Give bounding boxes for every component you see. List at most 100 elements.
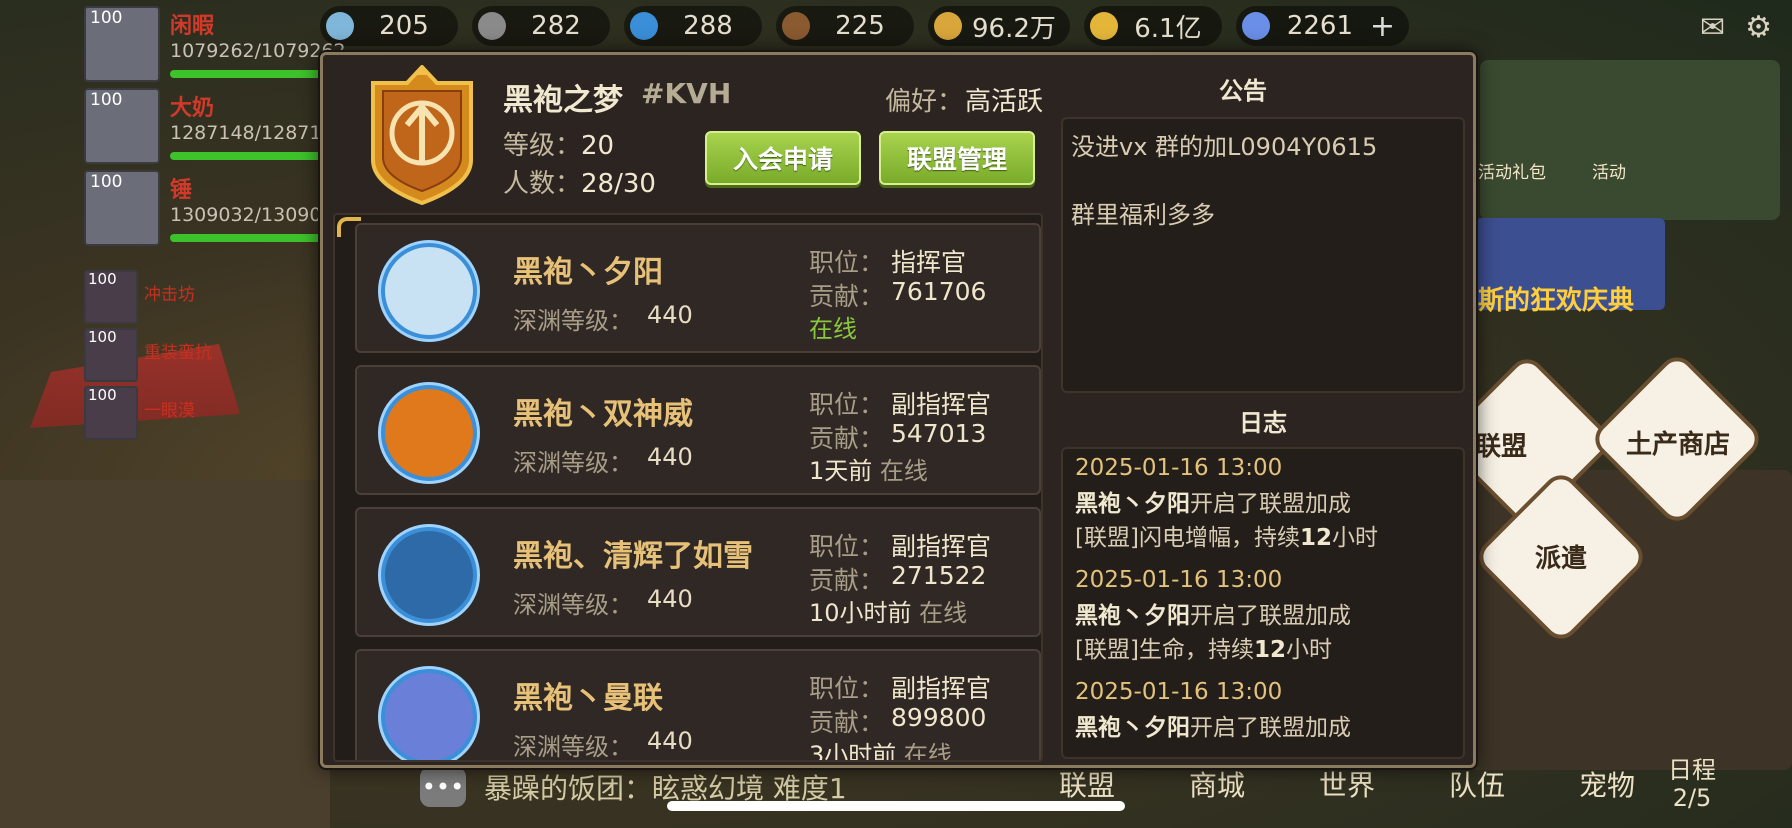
member-card[interactable]: 黑袍丶双神威 深渊等级： 440 职位： 副指挥官 贡献： 547013 1天前 在线 xyxy=(355,365,1041,495)
resource-bar: 205 282 288 225 96.2万 6.1亿 2261 + xyxy=(320,0,1690,52)
position-label: 职位： xyxy=(809,532,885,561)
bottom-tab[interactable]: 商城 xyxy=(1175,764,1259,804)
guild-tag: #KVH xyxy=(641,77,732,110)
mini-hero-card[interactable]: 100 重装蛮抗 xyxy=(84,328,324,382)
hero-card[interactable]: 100 锤 1309032/1309032 xyxy=(84,170,380,248)
resource-item: 96.2万 xyxy=(928,6,1070,46)
member-status: 在线 xyxy=(809,309,857,344)
position-label: 职位： xyxy=(809,248,885,277)
mini-hero-card[interactable]: 100 冲击坊 xyxy=(84,270,324,324)
hero-card[interactable]: 100 大奶 1287148/1287148 xyxy=(84,88,380,166)
resource-item: 282 xyxy=(472,6,610,46)
bottom-tab[interactable]: 宠物 xyxy=(1565,764,1649,804)
crystal-icon xyxy=(326,12,354,40)
contribution-label: 贡献： xyxy=(809,566,885,595)
position-label: 职位： xyxy=(809,674,885,703)
log-detail: [联盟]生命，持续12小时 xyxy=(1075,633,1332,667)
announcement-line: 没进vx 群的加L0904Y0615 xyxy=(1071,133,1378,161)
member-depth-level: 440 xyxy=(647,301,693,329)
preference-label: 偏好： xyxy=(885,87,964,117)
event-label[interactable]: 活动 xyxy=(1592,158,1626,183)
log-actor-line: 黑袍丶夕阳开启了联盟加成 xyxy=(1075,711,1351,745)
member-contribution: 899800 xyxy=(891,703,987,732)
top-right-icons: ✉ ⚙ xyxy=(1700,10,1772,45)
hero-level: 100 xyxy=(90,172,123,192)
depth-label: 深渊等级： xyxy=(513,307,633,335)
schedule-count: 2/5 xyxy=(1672,784,1712,812)
member-position: 副指挥官 xyxy=(891,674,992,703)
ore-icon xyxy=(478,12,506,40)
member-card[interactable]: 黑袍丶曼联 深渊等级： 440 职位： 副指挥官 贡献： 899800 3小时前 在线 xyxy=(355,649,1041,762)
member-card[interactable]: 黑袍、清辉了如雪 深渊等级： 440 职位： 副指挥官 贡献： 271522 10小时前 在线 xyxy=(355,507,1041,637)
hero-card[interactable]: 100 闲暇 1079262/1079262 xyxy=(84,6,380,84)
announcement-title: 公告 xyxy=(1219,77,1267,105)
log-detail-suffix: 小时 xyxy=(1285,637,1332,663)
member-card[interactable]: 黑袍丶夕阳 深渊等级： 440 职位： 指挥官 贡献： 761706 在线 xyxy=(355,223,1041,353)
contribution-label: 贡献： xyxy=(809,708,885,737)
log-detail-prefix: [联盟]生命，持续 xyxy=(1075,637,1254,663)
hero-name: 锤 xyxy=(170,178,193,203)
member-online-status: 在线 xyxy=(919,599,968,627)
shiba-dog-avatar xyxy=(381,527,477,623)
guild-info-panel: 黑袍之梦 #KVH 偏好： 高活跃 等级：20 人数：28/30 入会申请 联盟… xyxy=(320,52,1476,768)
guild-name: 黑袍之梦 xyxy=(503,83,623,118)
hero-level: 100 xyxy=(90,90,123,110)
mini-hero-name: 重装蛮抗 xyxy=(144,343,212,363)
log-actor: 黑袍丶夕阳 xyxy=(1075,715,1190,741)
bottom-tab[interactable]: 世界 xyxy=(1305,764,1389,804)
member-depth-level: 440 xyxy=(647,443,693,471)
guild-shortcut-label: 联盟 xyxy=(1474,432,1527,462)
gear-icon[interactable]: ⚙ xyxy=(1745,10,1772,45)
member-name: 黑袍丶双神威 xyxy=(513,397,693,432)
event-gift-label[interactable]: 活动礼包 xyxy=(1478,158,1546,183)
gold-coin-icon xyxy=(1089,12,1118,40)
member-name: 黑袍丶夕阳 xyxy=(513,255,663,290)
log-box[interactable]: 2025-01-16 13:00 黑袍丶夕阳开启了联盟加成 [联盟]闪电增幅，持续1… xyxy=(1061,447,1465,759)
mini-hero-name: 冲击坊 xyxy=(144,285,195,305)
orange-swirl-avatar xyxy=(381,385,477,481)
member-last-seen: 3小时前 xyxy=(809,741,904,762)
mini-hero-level: 100 xyxy=(88,270,117,288)
bottom-tab[interactable]: 队伍 xyxy=(1435,764,1519,804)
resource-item: 6.1亿 xyxy=(1083,6,1222,46)
log-detail-prefix: [联盟]闪电增幅，持续 xyxy=(1075,525,1300,551)
resource-value: 225 xyxy=(835,11,885,41)
event-banner-text: 斯的狂欢庆典 xyxy=(1478,286,1635,316)
log-date: 2025-01-16 13:00 xyxy=(1075,455,1283,481)
schedule-label: 日程 xyxy=(1668,756,1716,784)
mini-hero-level: 100 xyxy=(88,386,117,404)
bottom-nav: 联盟 商城 世界 队伍 宠物 xyxy=(1045,764,1649,804)
resource-value: 205 xyxy=(379,11,429,41)
log-date: 2025-01-16 13:00 xyxy=(1075,567,1283,593)
log-action: 开启了联盟加成 xyxy=(1190,491,1351,517)
resource-item: 225 xyxy=(776,6,914,46)
mini-hero-card[interactable]: 100 一眼漠 xyxy=(84,386,324,440)
member-status: 3小时前 在线 xyxy=(809,735,952,762)
red-hair-girl-avatar xyxy=(381,243,477,339)
diamond-avatar xyxy=(381,669,477,760)
depth-label: 深渊等级： xyxy=(513,591,633,619)
member-name: 黑袍、清辉了如雪 xyxy=(513,539,753,574)
mini-hero-name: 一眼漠 xyxy=(144,401,195,421)
member-contribution: 547013 xyxy=(891,419,987,448)
resource-value: 282 xyxy=(531,11,581,41)
member-depth-level: 440 xyxy=(647,585,693,613)
bottom-tab[interactable]: 联盟 xyxy=(1045,764,1129,804)
resource-item: 2261 + xyxy=(1235,6,1410,46)
add-diamond-icon[interactable]: + xyxy=(1370,9,1395,44)
home-indicator[interactable] xyxy=(667,801,1125,811)
announcement-line: 群里福利多多 xyxy=(1071,201,1215,229)
ground-area xyxy=(0,480,330,828)
mail-icon[interactable]: ✉ xyxy=(1700,10,1725,45)
join-request-button[interactable]: 入会申请 xyxy=(705,131,861,185)
schedule-button[interactable]: 日程 2/5 xyxy=(1668,756,1716,812)
log-action: 开启了联盟加成 xyxy=(1190,603,1351,629)
hero-name: 大奶 xyxy=(170,96,215,121)
hero-level: 100 xyxy=(90,8,123,28)
member-list[interactable]: 黑袍丶夕阳 深渊等级： 440 职位： 指挥官 贡献： 761706 在线 黑袍丶双神威 深渊等级… xyxy=(333,213,1043,762)
guild-manage-button[interactable]: 联盟管理 xyxy=(879,131,1035,185)
chat-bubble-icon[interactable]: ••• xyxy=(420,767,466,807)
diamond-icon xyxy=(1241,12,1270,40)
log-hours: 12 xyxy=(1299,525,1332,551)
mini-hero-level: 100 xyxy=(88,328,117,346)
